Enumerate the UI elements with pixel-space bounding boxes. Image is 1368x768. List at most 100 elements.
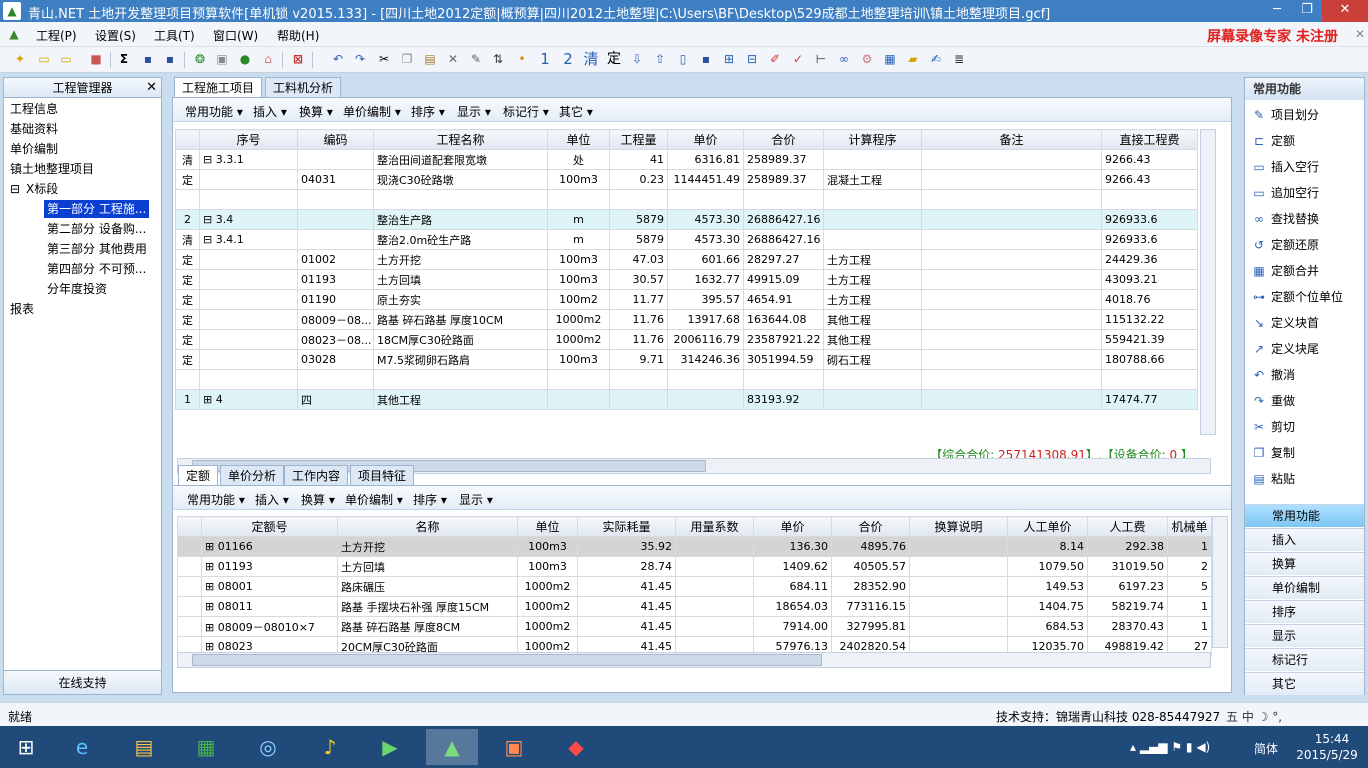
table-cell[interactable] [823, 369, 922, 390]
table-cell[interactable]: 17474.77 [1101, 389, 1198, 410]
table-cell[interactable]: ⊟ 3.4.1 [199, 229, 298, 250]
table-cell[interactable]: 路基 手摆块石补强 厚度15CM [337, 596, 518, 617]
table-cell[interactable]: 11.77 [609, 289, 668, 310]
globe-icon[interactable]: ● [237, 51, 253, 67]
table-cell[interactable]: 1000m2 [547, 329, 610, 350]
table-cell[interactable] [199, 269, 298, 290]
table-cell[interactable]: 1000m2 [517, 596, 578, 617]
table-cell[interactable] [921, 189, 1102, 210]
table-cell[interactable]: ⊞ 08009－08010×7 [201, 616, 338, 637]
table-cell[interactable]: 3051994.59 [743, 349, 824, 370]
table-cell[interactable] [1101, 369, 1198, 390]
table-row[interactable]: 定 04031 现浇C30砼路墩 100m3 0.23 1144451.49 258989.… [175, 169, 1198, 190]
table-cell[interactable]: 180788.66 [1101, 349, 1198, 370]
right-item-8[interactable]: ↘ 定义块首 [1251, 312, 1319, 334]
table-cell[interactable]: 41.45 [577, 576, 676, 597]
menu-window[interactable]: 窗口(W) [213, 27, 258, 44]
table-cell[interactable]: 01193 [297, 269, 374, 290]
table-cell[interactable]: 43093.21 [1101, 269, 1198, 290]
table-cell[interactable]: 100m3 [517, 536, 578, 557]
music-icon[interactable]: ♪ [304, 729, 356, 765]
lower-convert-menu[interactable]: 换算 ▾ [301, 491, 335, 508]
tab-quota[interactable]: 定额 [178, 465, 219, 487]
table-row[interactable] [175, 189, 1198, 210]
dot-icon[interactable]: • [514, 51, 530, 67]
table-cell[interactable]: 28297.27 [743, 249, 824, 270]
table-cell[interactable]: ⊞ 01166 [201, 536, 338, 557]
table-cell[interactable]: 4895.76 [831, 536, 910, 557]
tree-icon[interactable]: ⊢ [813, 51, 829, 67]
table-cell[interactable] [373, 189, 548, 210]
table-cell[interactable] [823, 149, 922, 170]
table-cell[interactable]: 115132.22 [1101, 309, 1198, 330]
tree-reports[interactable]: 报表 [10, 300, 34, 318]
right-item-0[interactable]: ✎ 项目划分 [1251, 104, 1319, 126]
table-cell[interactable]: 定 [175, 309, 200, 330]
header-cell[interactable]: 换算说明 [909, 516, 1008, 537]
table-cell[interactable]: 5879 [609, 209, 668, 230]
header-cell[interactable]: 单位 [517, 516, 578, 537]
right-item-2[interactable]: ▭ 插入空行 [1251, 156, 1319, 178]
table-cell[interactable]: 49915.09 [743, 269, 824, 290]
header-cell[interactable]: 实际耗量 [577, 516, 676, 537]
print-icon[interactable]: ▰ [905, 51, 921, 67]
grid-icon[interactable]: ⊟ [744, 51, 760, 67]
table-cell[interactable]: 1 [1167, 596, 1212, 617]
open-folder-icon[interactable]: ▭ [36, 51, 52, 67]
tab-construction-items[interactable]: 工程施工项目 [174, 77, 263, 99]
table-cell[interactable] [1101, 189, 1198, 210]
table-cell[interactable]: 35.92 [577, 536, 676, 557]
table-cell[interactable]: 其他工程 [823, 309, 922, 330]
table-cell[interactable]: 136.30 [753, 536, 832, 557]
table-cell[interactable] [675, 576, 754, 597]
table-cell[interactable]: 58219.74 [1087, 596, 1168, 617]
lower-display-menu[interactable]: 显示 ▾ [459, 491, 493, 508]
table-cell[interactable] [609, 189, 668, 210]
table-cell[interactable] [921, 389, 1102, 410]
table-cell[interactable]: 4573.30 [667, 229, 744, 250]
table-cell[interactable] [743, 189, 824, 210]
menu-settings[interactable]: 设置(S) [95, 27, 136, 44]
tree-unit-price[interactable]: 单价编制 [10, 140, 58, 158]
table-cell[interactable]: 41 [609, 149, 668, 170]
quota-button[interactable]: 定 [606, 51, 622, 67]
table-cell[interactable]: 清 [175, 149, 200, 170]
table-cell[interactable]: 24429.36 [1101, 249, 1198, 270]
panel-close-icon[interactable]: ✕ [146, 78, 157, 98]
table-cell[interactable]: 4573.30 [667, 209, 744, 230]
table-cell[interactable] [297, 189, 374, 210]
table-row[interactable]: 清 ⊟ 3.4.1 整治2.0m砼生产路 m 5879 4573.30 26886427.1… [175, 229, 1198, 250]
table-cell[interactable]: 1079.50 [1007, 556, 1088, 577]
table-cell[interactable] [921, 309, 1102, 330]
disk-icon[interactable]: ▪ [698, 51, 714, 67]
table-cell[interactable] [921, 209, 1102, 230]
table-cell[interactable]: 现浇C30砼路墩 [373, 169, 548, 190]
table-cell[interactable]: 定 [175, 269, 200, 290]
table-cell[interactable]: 28352.90 [831, 576, 910, 597]
store-icon[interactable]: ▦ [180, 729, 232, 765]
row-selector[interactable] [177, 596, 202, 617]
table-cell[interactable]: 土方开挖 [373, 249, 548, 270]
right-item-1[interactable]: ⊏ 定额 [1251, 130, 1295, 152]
table-cell[interactable] [921, 229, 1102, 250]
table-cell[interactable]: 土方工程 [823, 269, 922, 290]
list-icon[interactable]: ≣ [951, 51, 967, 67]
tree-part-3[interactable]: 第三部分 其他费用 [47, 240, 147, 258]
upper-sort-menu[interactable]: 排序 ▾ [411, 103, 445, 120]
table-cell[interactable]: 11.76 [609, 309, 668, 330]
right-tab-1[interactable]: 插入 [1245, 528, 1364, 551]
table-cell[interactable] [823, 189, 922, 210]
table-row[interactable]: ⊞ 08011 路基 手摆块石补强 厚度15CM 1000m2 41.45 18654.… [177, 596, 1212, 617]
header-cell[interactable]: 定额号 [201, 516, 338, 537]
table-cell[interactable]: 土方开挖 [337, 536, 518, 557]
row-selector[interactable] [177, 616, 202, 637]
append-row-icon[interactable]: ⇧ [652, 51, 668, 67]
browser-icon[interactable]: ◎ [242, 729, 294, 765]
ie-icon[interactable]: e [56, 729, 108, 765]
header-cell[interactable]: 单价 [753, 516, 832, 537]
upper-vertical-scrollbar[interactable] [1200, 129, 1216, 435]
table-cell[interactable]: 1000m2 [517, 616, 578, 637]
table-cell[interactable] [921, 149, 1102, 170]
right-item-12[interactable]: ✂ 剪切 [1251, 416, 1295, 438]
save-all-icon[interactable]: ▪ [162, 51, 178, 67]
